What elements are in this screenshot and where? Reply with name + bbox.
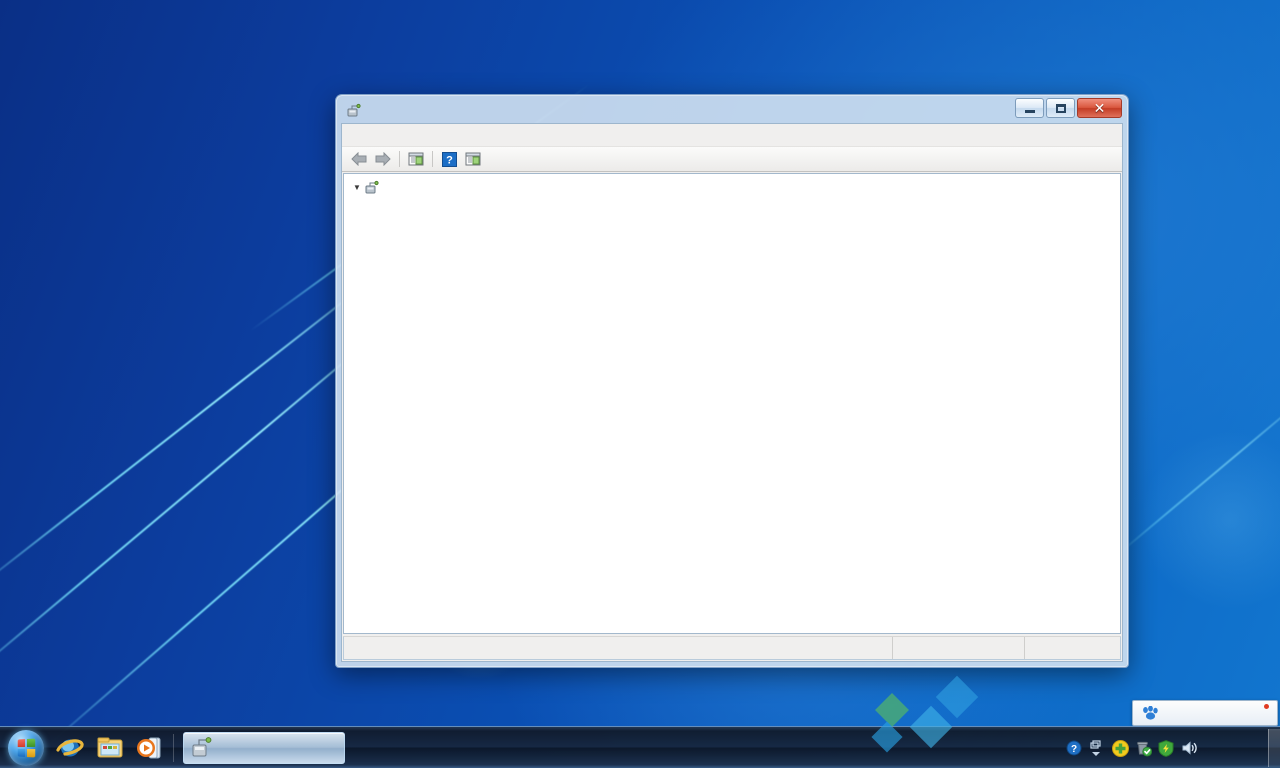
quicklaunch-media-player[interactable] [130,729,170,767]
window-titlebar[interactable]: ✕ [341,98,1123,123]
help-icon[interactable]: ? [438,148,460,170]
wallpaper-streak [1109,367,1280,562]
windows-logo-icon [8,729,44,766]
show-console-tree-icon[interactable] [405,148,427,170]
360-safeguard-tray-icon[interactable] [1112,739,1129,757]
watermark-diamond [875,693,909,727]
back-icon[interactable] [348,148,370,170]
menu-item-help[interactable] [403,133,421,137]
taskbar-button-device-manager[interactable] [183,731,345,764]
taskbar-divider [173,733,174,762]
quicklaunch-internet-explorer[interactable] [50,729,90,767]
window-controls: ✕ [1015,98,1122,118]
toolbar-separator [432,151,433,167]
360-antivirus-tray-icon[interactable] [1158,739,1174,757]
maximize-button[interactable] [1046,98,1075,118]
watermark-diamond [935,675,979,719]
ime-settings-badge [1264,704,1270,709]
toolbar: ? [342,146,1122,172]
device-manager-icon [190,736,214,760]
show-hidden-icons-icon[interactable] [1089,739,1105,756]
menu-item-file[interactable] [349,133,367,137]
safe-uninstall-tray-icon[interactable] [1135,740,1153,757]
status-pane-1 [344,637,893,659]
expand-twisty-icon[interactable]: ▼ [350,184,364,192]
ime-chinese-mode-icon[interactable] [1168,703,1188,723]
status-bar [343,636,1121,660]
menu-item-view[interactable] [385,133,403,137]
device-manager-icon [346,103,362,119]
toolbar-separator [399,151,400,167]
action-center-help-icon[interactable]: ? [1066,740,1082,756]
ime-handwriting-icon[interactable] [1222,703,1242,723]
show-desktop-button[interactable] [1268,728,1280,767]
system-tray: ? [1059,729,1266,767]
start-button[interactable] [2,729,50,767]
quicklaunch-windows-explorer[interactable] [90,729,130,767]
device-manager-window[interactable]: ✕ ? ▼ [335,94,1129,668]
status-pane-3 [1025,637,1120,659]
taskbar[interactable]: ? [0,726,1280,768]
menubar [342,124,1122,146]
device-tree[interactable]: ▼ [343,173,1121,634]
tree-root-node[interactable]: ▼ [350,178,1120,198]
close-button[interactable]: ✕ [1077,98,1122,118]
properties-icon[interactable] [462,148,484,170]
menu-item-action[interactable] [367,133,385,137]
status-pane-2 [893,637,1025,659]
computer-node-icon [364,180,381,196]
ime-language-bar[interactable] [1132,700,1278,726]
wallpaper-glow [1140,430,1280,610]
minimize-button[interactable] [1015,98,1044,118]
volume-icon[interactable] [1181,740,1197,756]
svg-text:?: ? [446,154,453,166]
ime-logo-icon[interactable] [1141,703,1161,723]
ime-emoji-icon[interactable] [1195,703,1215,723]
forward-icon[interactable] [372,148,394,170]
window-body: ? ▼ [341,123,1123,662]
ime-settings-icon[interactable] [1249,703,1270,723]
svg-text:?: ? [1071,744,1077,755]
desktop[interactable]: ✕ ? ▼ ? [0,0,1280,768]
